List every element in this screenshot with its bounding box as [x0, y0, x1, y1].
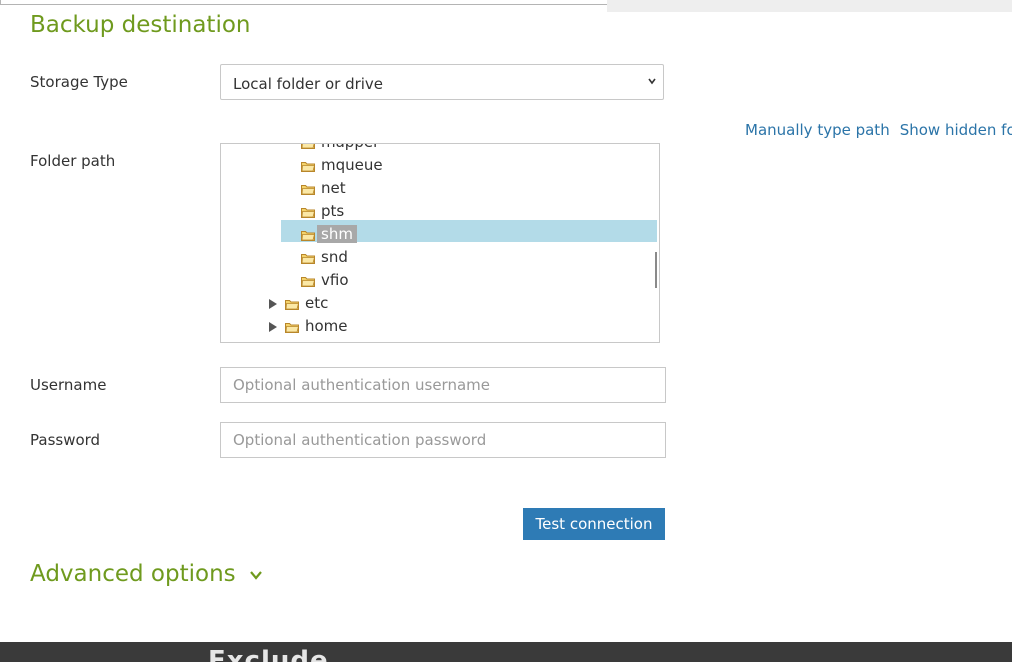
chevron-down-icon: [648, 78, 656, 85]
tree-item[interactable]: lib: [221, 339, 657, 342]
storage-type-label: Storage Type: [30, 73, 128, 91]
folder-icon: [285, 323, 299, 333]
footer-heading: Exclude: [208, 646, 329, 662]
folder-icon: [301, 208, 315, 218]
folder-icon: [301, 254, 315, 264]
previous-field-edge: [0, 0, 608, 5]
top-strip: [607, 0, 1012, 12]
tree-item[interactable]: vfio: [221, 270, 657, 292]
folder-tree[interactable]: mapper mqueue net pts shm snd vfio etc home lib: [220, 143, 660, 343]
username-label: Username: [30, 376, 107, 394]
tree-item[interactable]: pts: [221, 201, 657, 223]
test-connection-button[interactable]: Test connection: [523, 508, 665, 540]
password-input[interactable]: [233, 425, 653, 455]
password-label: Password: [30, 431, 101, 449]
tree-item[interactable]: etc: [221, 293, 657, 315]
manually-type-path-link[interactable]: Manually type path: [745, 121, 890, 139]
password-field[interactable]: [220, 422, 666, 458]
tree-item[interactable]: net: [221, 178, 657, 200]
show-hidden-folders-link[interactable]: Show hidden folders: [900, 121, 1012, 139]
tree-item-label: net: [321, 179, 346, 197]
tree-item-label: vfio: [321, 271, 349, 289]
tree-item[interactable]: snd: [221, 247, 657, 269]
tree-item[interactable]: mqueue: [221, 155, 657, 177]
folder-icon: [301, 162, 315, 172]
advanced-options-label: Advanced options: [30, 561, 236, 587]
tree-item-label: lib: [301, 340, 327, 342]
storage-type-value: Local folder or drive: [233, 75, 384, 93]
tree-item[interactable]: mapper: [221, 144, 657, 154]
tree-item-label: pts: [321, 202, 345, 220]
footer-bar: Exclude: [0, 642, 1012, 662]
username-field[interactable]: [220, 367, 666, 403]
tree-item-label: etc: [305, 294, 329, 312]
folder-icon: [301, 185, 315, 195]
folder-links: Manually type path Show hidden folders: [745, 121, 1012, 139]
tree-item-label: shm: [317, 225, 357, 243]
tree-item-label: mapper: [317, 144, 383, 151]
section-title: Backup destination: [30, 12, 251, 38]
tree-item-label: home: [305, 317, 348, 335]
folder-icon: [301, 277, 315, 287]
username-input[interactable]: [233, 370, 653, 400]
tree-item[interactable]: shm: [221, 224, 657, 246]
folder-icon: [285, 300, 299, 310]
storage-type-select[interactable]: Local folder or drive: [220, 64, 664, 100]
chevron-down-icon: [250, 570, 262, 580]
tree-item-label: snd: [321, 248, 348, 266]
folder-icon: [301, 144, 315, 149]
expand-arrow-icon[interactable]: [269, 322, 277, 332]
tree-item-label: mqueue: [321, 156, 383, 174]
advanced-options-toggle[interactable]: Advanced options: [30, 561, 263, 587]
folder-icon: [301, 231, 315, 241]
folder-path-label: Folder path: [30, 152, 116, 170]
tree-item[interactable]: home: [221, 316, 657, 338]
expand-arrow-icon[interactable]: [269, 299, 277, 309]
